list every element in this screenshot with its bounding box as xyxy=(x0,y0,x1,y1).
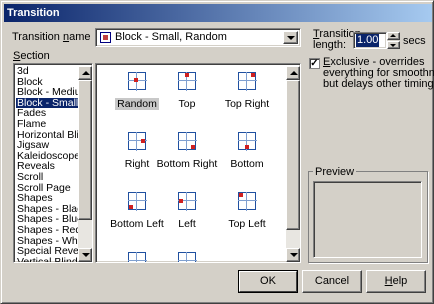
spin-up-button[interactable] xyxy=(387,32,400,40)
transition-length-unit: secs xyxy=(403,35,426,47)
transition-direction-icon xyxy=(234,68,260,94)
transition-option-label: Top Left xyxy=(228,218,266,230)
transition-option[interactable]: Top Left xyxy=(210,186,284,244)
transition-direction-icon xyxy=(234,128,260,154)
section-list-item[interactable]: Shapes - Red xyxy=(16,225,80,236)
spin-down-button[interactable] xyxy=(387,41,400,49)
cancel-button[interactable]: Cancel xyxy=(302,270,362,293)
section-list-item[interactable]: Fades xyxy=(16,108,80,119)
scroll-down-button[interactable] xyxy=(78,248,92,262)
transition-length-value: 1.00 xyxy=(356,34,380,47)
section-list-item[interactable]: 3d xyxy=(16,66,80,77)
help-button[interactable]: Help xyxy=(366,270,426,293)
section-list-item[interactable]: Jigsaw xyxy=(16,140,80,151)
section-list-item[interactable]: Reveals xyxy=(16,161,80,172)
section-list-item[interactable]: Flame xyxy=(16,119,80,130)
ok-button[interactable]: OK xyxy=(238,270,298,293)
section-list-item[interactable]: Shapes xyxy=(16,193,80,204)
transition-name-combo[interactable]: Block - Small, Random xyxy=(95,28,301,47)
transition-dialog: Transition Transition name Block - Small… xyxy=(0,0,434,304)
title-bar: Transition xyxy=(4,4,432,22)
combo-dropdown-button[interactable] xyxy=(283,31,298,44)
section-list-item[interactable]: Scroll Page xyxy=(16,183,80,194)
transition-option[interactable] xyxy=(150,246,224,262)
section-list-item[interactable]: Horizontal Blinds xyxy=(16,130,80,141)
section-label: Section xyxy=(13,50,50,62)
transition-direction-icon xyxy=(124,248,150,262)
spin-up-icon xyxy=(390,34,396,37)
section-list-item[interactable]: Kaleidoscope xyxy=(16,151,80,162)
scroll-up-icon xyxy=(290,71,298,75)
grid-scrollbar[interactable] xyxy=(286,66,300,262)
scroll-thumb[interactable] xyxy=(78,80,92,220)
grid-scroll-down-button[interactable] xyxy=(286,248,300,262)
section-list-item[interactable]: Shapes - Black xyxy=(16,204,80,215)
transition-name-label: Transition name xyxy=(12,31,91,43)
transition-name-value: Block - Small, Random xyxy=(115,31,227,43)
section-list-item[interactable]: Shapes - Blue xyxy=(16,214,80,225)
preview-label: Preview xyxy=(313,166,357,178)
grid-scroll-thumb[interactable] xyxy=(286,80,300,230)
block-transition-icon xyxy=(100,32,111,43)
section-list-item[interactable]: Block - Medium xyxy=(16,87,80,98)
section-list-item[interactable]: Block - Small xyxy=(16,97,80,109)
transition-direction-icon xyxy=(174,248,200,262)
section-list-scrollbar[interactable] xyxy=(78,66,92,262)
grid-scroll-up-button[interactable] xyxy=(286,66,300,80)
transition-option-label: Bottom xyxy=(230,158,264,170)
section-list-item[interactable]: Shapes - White xyxy=(16,236,80,247)
transition-direction-icon xyxy=(124,188,150,214)
transition-length-input[interactable]: 1.00 xyxy=(353,32,387,49)
section-list[interactable]: 3dBlockBlock - MediumBlock - SmallFadesF… xyxy=(13,63,93,263)
exclusive-label: Exclusive - overrides everything for smo… xyxy=(323,56,434,90)
window-title: Transition xyxy=(7,7,60,19)
transition-option[interactable]: Bottom xyxy=(210,126,284,184)
transition-length-spinner[interactable] xyxy=(387,32,400,49)
preview-area xyxy=(313,181,422,258)
scroll-up-icon xyxy=(82,71,90,75)
check-mark-icon: ✓ xyxy=(310,58,319,69)
section-list-item[interactable]: Block xyxy=(16,77,80,88)
transition-direction-icon xyxy=(124,128,150,154)
transition-option[interactable]: Top Right xyxy=(210,66,284,124)
exclusive-checkbox[interactable]: ✓ xyxy=(309,58,320,69)
section-list-item[interactable]: Special Reveals xyxy=(16,246,80,257)
section-list-item[interactable]: Scroll xyxy=(16,172,80,183)
scroll-down-icon xyxy=(290,253,298,257)
transition-direction-icon xyxy=(124,68,150,94)
scroll-up-button[interactable] xyxy=(78,66,92,80)
transition-direction-icon xyxy=(174,128,200,154)
transition-direction-icon xyxy=(234,188,260,214)
transition-option-label: Top Right xyxy=(224,98,270,110)
transition-direction-icon xyxy=(174,188,200,214)
section-list-item[interactable]: Vertical Blinds xyxy=(16,257,80,262)
chevron-down-icon xyxy=(287,36,295,40)
transition-length-label-2: length: xyxy=(313,39,347,51)
transition-direction-icon xyxy=(174,68,200,94)
transition-grid[interactable]: Random Top Top Right Right Bottom Right Botto… xyxy=(95,63,301,263)
spin-down-icon xyxy=(390,44,396,47)
scroll-down-icon xyxy=(82,253,90,257)
